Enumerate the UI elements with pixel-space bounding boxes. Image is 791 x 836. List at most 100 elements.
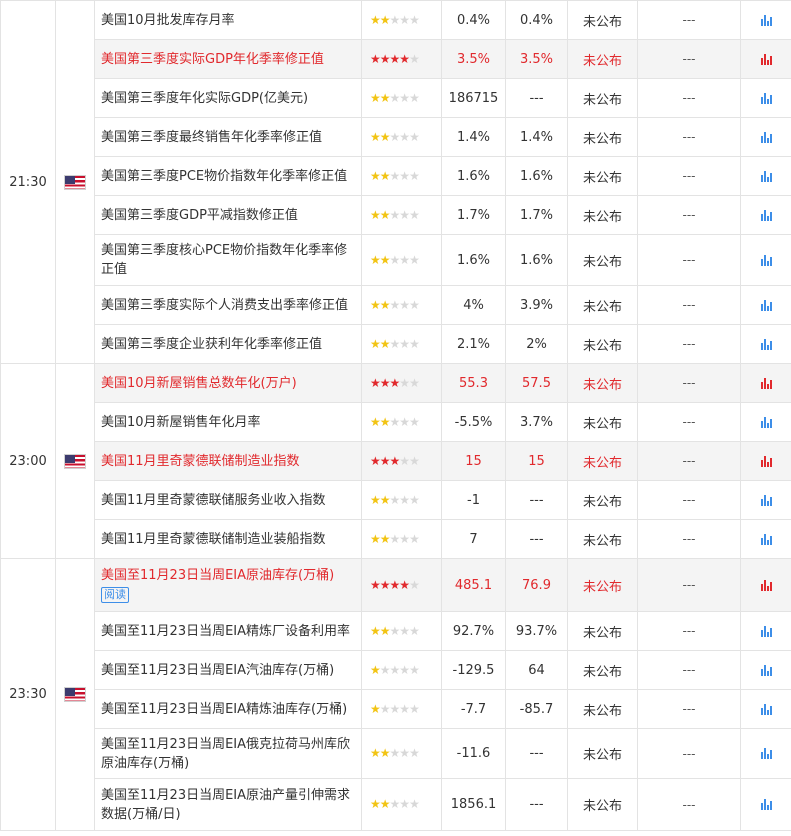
- event-row[interactable]: 美国第三季度GDP平减指数修正值 ★★★★★ 1.7% 1.7% 未公布 ---: [1, 195, 791, 235]
- event-name[interactable]: 美国至11月23日当周EIA原油库存(万桶): [101, 568, 334, 583]
- event-name-cell[interactable]: 美国至11月23日当周EIA原油产量引伸需求数据(万桶/日): [94, 778, 362, 831]
- event-name-cell[interactable]: 美国第三季度实际GDP年化季率修正值: [94, 39, 362, 79]
- event-row[interactable]: 美国至11月23日当周EIA原油产量引伸需求数据(万桶/日) ★★★★★ 1856.…: [1, 778, 791, 831]
- bar-chart-icon[interactable]: [760, 92, 772, 104]
- event-name-cell[interactable]: 美国11月里奇蒙德联储服务业收入指数: [94, 480, 362, 520]
- bar-chart-icon[interactable]: [760, 254, 772, 266]
- chart-link[interactable]: [740, 689, 791, 729]
- event-name-cell[interactable]: 美国第三季度PCE物价指数年化季率修正值: [94, 156, 362, 196]
- bar-chart-icon[interactable]: [760, 209, 772, 221]
- chart-link[interactable]: [740, 234, 791, 286]
- bar-chart-icon[interactable]: [760, 533, 772, 545]
- chart-link[interactable]: [740, 285, 791, 325]
- bar-chart-icon[interactable]: [760, 664, 772, 676]
- event-name-cell[interactable]: 美国至11月23日当周EIA精炼厂设备利用率: [94, 611, 362, 651]
- event-name[interactable]: 美国第三季度GDP平减指数修正值: [101, 208, 298, 223]
- chart-link[interactable]: [740, 728, 791, 779]
- chart-link[interactable]: [740, 558, 791, 612]
- event-name[interactable]: 美国10月批发库存月率: [101, 13, 235, 28]
- event-row[interactable]: 美国第三季度企业获利年化季率修正值 ★★★★★ 2.1% 2% 未公布 ---: [1, 324, 791, 364]
- event-row[interactable]: 美国第三季度PCE物价指数年化季率修正值 ★★★★★ 1.6% 1.6% 未公布 ---: [1, 156, 791, 196]
- bar-chart-icon[interactable]: [760, 748, 772, 759]
- chart-link[interactable]: [740, 39, 791, 79]
- event-name-cell[interactable]: 美国至11月23日当周EIA汽油库存(万桶): [94, 650, 362, 690]
- event-name-cell[interactable]: 美国至11月23日当周EIA原油库存(万桶) 阅读: [94, 558, 362, 612]
- bar-chart-icon[interactable]: [760, 14, 772, 26]
- event-row[interactable]: 美国至11月23日当周EIA精炼油库存(万桶) ★★★★★ -7.7 -85.7 未公布…: [1, 689, 791, 729]
- event-name[interactable]: 美国第三季度企业获利年化季率修正值: [101, 337, 322, 352]
- bar-chart-icon[interactable]: [760, 579, 772, 591]
- bar-chart-icon[interactable]: [760, 53, 772, 65]
- event-row[interactable]: 美国第三季度最终销售年化季率修正值 ★★★★★ 1.4% 1.4% 未公布 ---: [1, 117, 791, 157]
- event-row[interactable]: 美国11月里奇蒙德联储制造业装船指数 ★★★★★ 7 --- 未公布 ---: [1, 519, 791, 559]
- chart-link[interactable]: [740, 78, 791, 118]
- chart-link[interactable]: [740, 324, 791, 364]
- bar-chart-icon[interactable]: [760, 299, 772, 311]
- event-name[interactable]: 美国至11月23日当周EIA精炼油库存(万桶): [101, 702, 347, 717]
- event-name-cell[interactable]: 美国第三季度年化实际GDP(亿美元): [94, 78, 362, 118]
- bar-chart-icon[interactable]: [760, 170, 772, 182]
- chart-link[interactable]: [740, 402, 791, 442]
- event-row[interactable]: 美国第三季度实际个人消费支出季率修正值 ★★★★★ 4% 3.9% 未公布 ---: [1, 285, 791, 325]
- event-name[interactable]: 美国第三季度实际个人消费支出季率修正值: [101, 298, 348, 313]
- event-row[interactable]: 美国第三季度核心PCE物价指数年化季率修正值 ★★★★★ 1.6% 1.6% 未公布 --…: [1, 234, 791, 286]
- event-name-cell[interactable]: 美国10月新屋销售年化月率: [94, 402, 362, 442]
- chart-link[interactable]: [740, 117, 791, 157]
- chart-link[interactable]: [740, 778, 791, 831]
- bar-chart-icon[interactable]: [760, 625, 772, 637]
- event-name-cell[interactable]: 美国第三季度企业获利年化季率修正值: [94, 324, 362, 364]
- event-name-cell[interactable]: 美国10月新屋销售总数年化(万户): [94, 363, 362, 403]
- event-row[interactable]: 23:00 美国10月新屋销售总数年化(万户) ★★★★★ 55.3 57.5 未公布 --…: [0, 363, 791, 559]
- chart-link[interactable]: [740, 611, 791, 651]
- event-name-cell[interactable]: 美国第三季度GDP平减指数修正值: [94, 195, 362, 235]
- event-name[interactable]: 美国至11月23日当周EIA原油产量引伸需求数据(万桶/日): [101, 788, 350, 822]
- event-row[interactable]: 美国11月里奇蒙德联储制造业指数 ★★★★★ 15 15 未公布 ---: [1, 441, 791, 481]
- bar-chart-icon[interactable]: [760, 703, 772, 715]
- event-name[interactable]: 美国11月里奇蒙德联储制造业指数: [101, 454, 300, 469]
- bar-chart-icon[interactable]: [760, 377, 772, 389]
- event-name[interactable]: 美国第三季度实际GDP年化季率修正值: [101, 52, 324, 67]
- event-name[interactable]: 美国10月新屋销售总数年化(万户): [101, 376, 297, 391]
- chart-link[interactable]: [740, 441, 791, 481]
- chart-link[interactable]: [740, 363, 791, 403]
- event-row[interactable]: 美国至11月23日当周EIA俄克拉荷马州库欣原油库存(万桶) ★★★★★ -11.6…: [1, 728, 791, 779]
- event-name-cell[interactable]: 美国至11月23日当周EIA精炼油库存(万桶): [94, 689, 362, 729]
- event-row[interactable]: 美国11月里奇蒙德联储服务业收入指数 ★★★★★ -1 --- 未公布 ---: [1, 480, 791, 520]
- bar-chart-icon[interactable]: [760, 338, 772, 350]
- event-name[interactable]: 美国至11月23日当周EIA俄克拉荷马州库欣原油库存(万桶): [101, 737, 350, 771]
- bar-chart-icon[interactable]: [760, 799, 772, 810]
- event-row[interactable]: 美国第三季度年化实际GDP(亿美元) ★★★★★ 186715 --- 未公布 ---: [1, 78, 791, 118]
- chart-link[interactable]: [740, 0, 791, 40]
- event-name[interactable]: 美国第三季度年化实际GDP(亿美元): [101, 91, 308, 106]
- event-name[interactable]: 美国10月新屋销售年化月率: [101, 415, 261, 430]
- bar-chart-icon[interactable]: [760, 494, 772, 506]
- event-name-cell[interactable]: 美国第三季度实际个人消费支出季率修正值: [94, 285, 362, 325]
- chart-link[interactable]: [740, 156, 791, 196]
- bar-chart-icon[interactable]: [760, 455, 772, 467]
- chart-link[interactable]: [740, 195, 791, 235]
- event-row[interactable]: 美国第三季度实际GDP年化季率修正值 ★★★★★ 3.5% 3.5% 未公布 ---: [1, 39, 791, 79]
- event-name-cell[interactable]: 美国第三季度核心PCE物价指数年化季率修正值: [94, 234, 362, 286]
- event-row[interactable]: 23:30 美国至11月23日当周EIA原油库存(万桶) 阅读 ★★★★★ 485.1 7…: [0, 558, 791, 831]
- chart-link[interactable]: [740, 480, 791, 520]
- bar-chart-icon[interactable]: [760, 131, 772, 143]
- event-name[interactable]: 美国11月里奇蒙德联储制造业装船指数: [101, 532, 326, 547]
- event-name-cell[interactable]: 美国11月里奇蒙德联储制造业指数: [94, 441, 362, 481]
- event-name-cell[interactable]: 美国10月批发库存月率: [94, 0, 362, 40]
- bar-chart-icon[interactable]: [760, 416, 772, 428]
- event-name[interactable]: 美国11月里奇蒙德联储服务业收入指数: [101, 493, 326, 508]
- event-name-cell[interactable]: 美国至11月23日当周EIA俄克拉荷马州库欣原油库存(万桶): [94, 728, 362, 779]
- event-name-cell[interactable]: 美国第三季度最终销售年化季率修正值: [94, 117, 362, 157]
- read-tag-button[interactable]: 阅读: [101, 587, 129, 603]
- event-row[interactable]: 美国10月新屋销售年化月率 ★★★★★ -5.5% 3.7% 未公布 ---: [1, 402, 791, 442]
- event-name[interactable]: 美国至11月23日当周EIA汽油库存(万桶): [101, 663, 334, 678]
- event-name[interactable]: 美国至11月23日当周EIA精炼厂设备利用率: [101, 624, 350, 639]
- event-row[interactable]: 21:30 美国10月批发库存月率 ★★★★★ 0.4% 0.4% 未公布 ---: [0, 0, 791, 364]
- event-row[interactable]: 美国至11月23日当周EIA汽油库存(万桶) ★★★★★ -129.5 64 未公布 --…: [1, 650, 791, 690]
- event-row[interactable]: 美国至11月23日当周EIA精炼厂设备利用率 ★★★★★ 92.7% 93.7% 未公布…: [1, 611, 791, 651]
- chart-link[interactable]: [740, 519, 791, 559]
- event-name[interactable]: 美国第三季度PCE物价指数年化季率修正值: [101, 169, 347, 184]
- event-name[interactable]: 美国第三季度最终销售年化季率修正值: [101, 130, 322, 145]
- event-name-cell[interactable]: 美国11月里奇蒙德联储制造业装船指数: [94, 519, 362, 559]
- event-name[interactable]: 美国第三季度核心PCE物价指数年化季率修正值: [101, 243, 347, 277]
